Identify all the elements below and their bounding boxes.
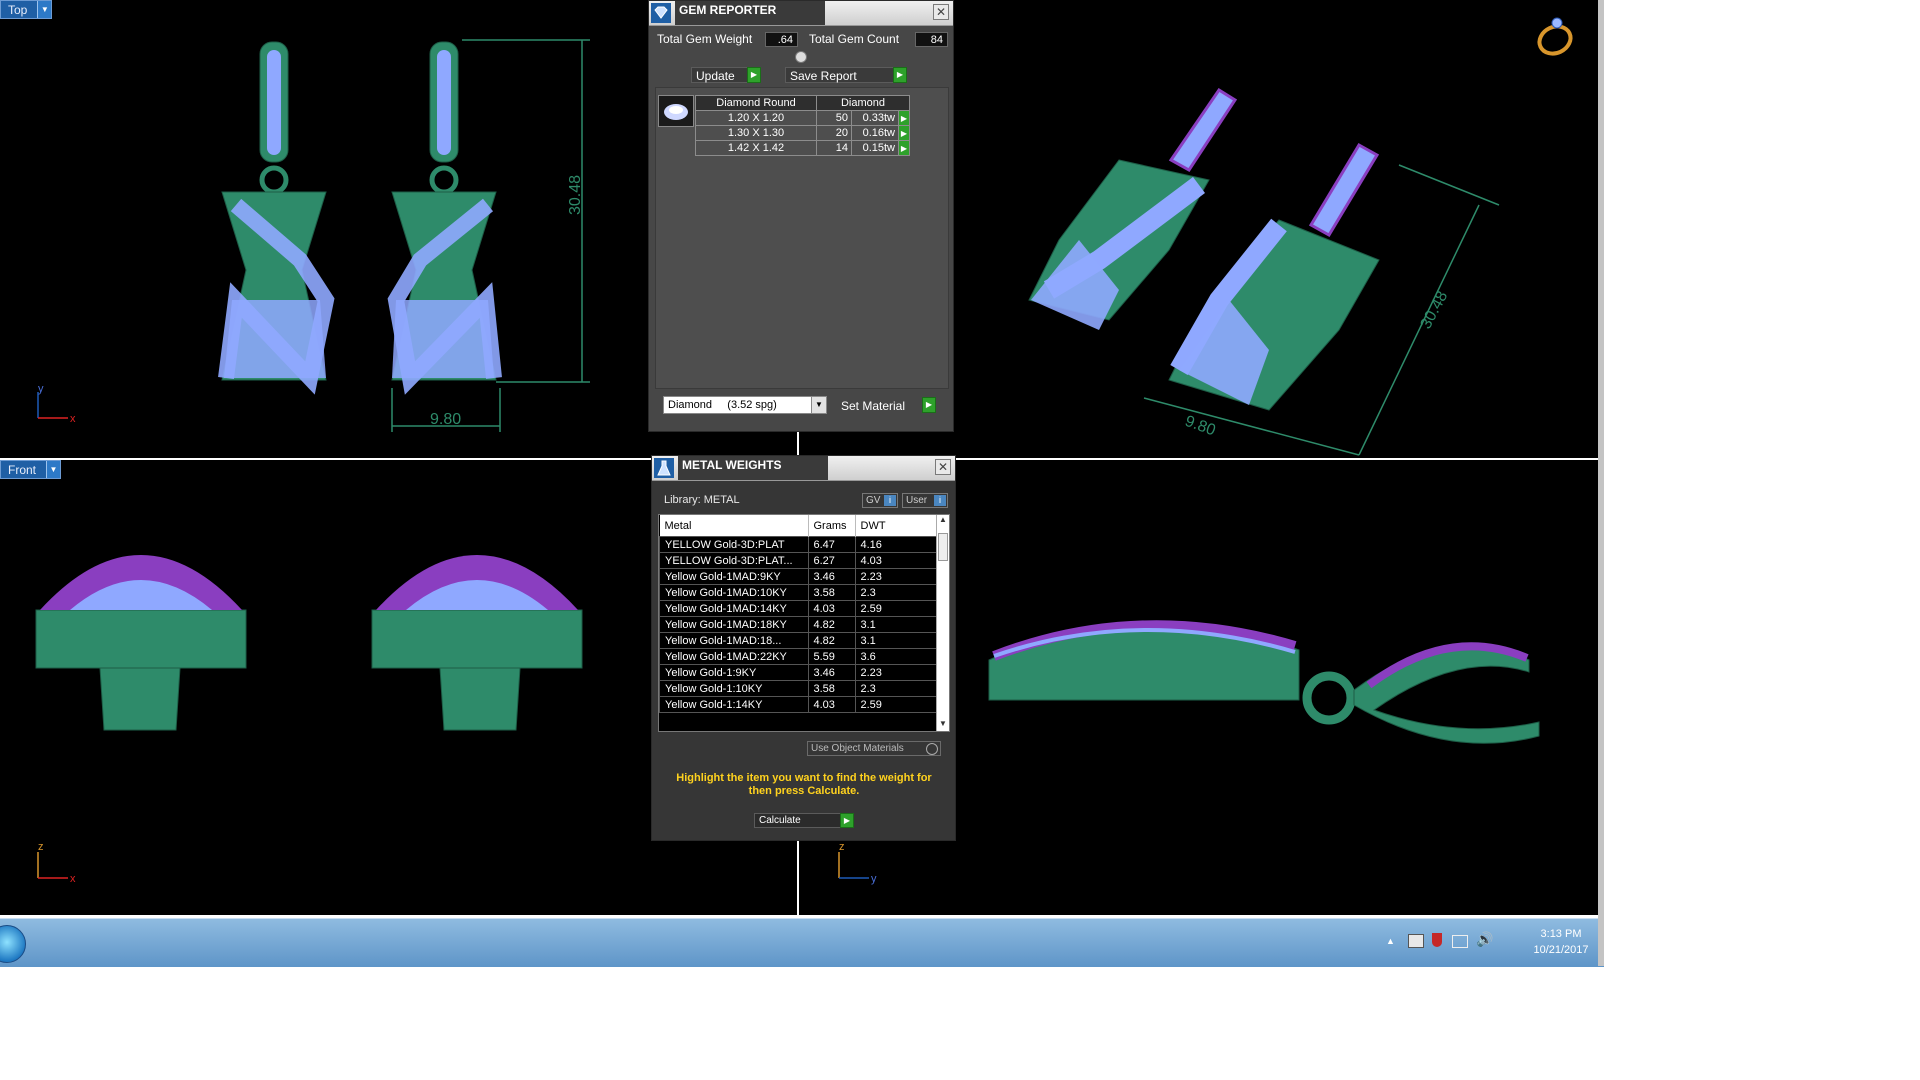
earring-front-right xyxy=(371,555,583,731)
grams-column-header[interactable]: Grams xyxy=(808,515,856,537)
dimension-width-label: 9.80 xyxy=(430,411,461,428)
table-row[interactable]: YELLOW Gold-3D:PLAT 6.47 4.16 xyxy=(659,536,939,553)
system-tray: ▲ 🔊 3:13 PM 10/21/2017 xyxy=(1386,919,1596,967)
taskbar: ▲ 🔊 3:13 PM 10/21/2017 xyxy=(0,918,1604,967)
gv-toggle[interactable]: GV i xyxy=(862,493,898,508)
svg-text:z: z xyxy=(38,841,44,853)
dwt-column-header[interactable]: DWT xyxy=(855,515,939,537)
table-row[interactable]: Yellow Gold-1:14KY 4.03 2.59 xyxy=(659,696,939,713)
volume-icon[interactable]: 🔊 xyxy=(1476,931,1493,948)
gem-row[interactable]: 1.42 X 1.42 14 0.15tw ▶ xyxy=(695,140,910,156)
total-gem-count-label: Total Gem Count xyxy=(809,32,900,46)
info-icon: i xyxy=(934,495,946,506)
network-icon[interactable] xyxy=(1452,935,1468,948)
taskbar-right-border xyxy=(1598,0,1604,966)
clock-date: 10/21/2017 xyxy=(1533,944,1589,956)
dimension-height-label: 30.48 xyxy=(567,175,584,215)
close-icon[interactable]: ✕ xyxy=(935,459,951,475)
earring-perspective-left xyxy=(1028,87,1238,330)
perspective-height-label: 30.48 xyxy=(1418,288,1452,331)
svg-text:x: x xyxy=(70,873,76,885)
svg-text:x: x xyxy=(70,413,76,425)
earring-right xyxy=(387,41,502,395)
metal-column-header[interactable]: Metal xyxy=(659,515,809,537)
svg-text:z: z xyxy=(839,841,845,853)
table-row[interactable]: Yellow Gold-1:10KY 3.58 2.3 xyxy=(659,680,939,697)
library-label: Library: METAL xyxy=(664,494,740,506)
diamond-icon xyxy=(651,3,671,23)
start-button[interactable] xyxy=(0,925,26,963)
axis-gizmo: z y xyxy=(838,841,877,885)
use-object-materials-checkbox[interactable]: Use Object Materials xyxy=(807,741,941,756)
material-select[interactable]: Diamond (3.52 spg) ▼ xyxy=(663,396,827,414)
gem-material-header: Diamond xyxy=(816,95,910,111)
total-gem-weight-value: .64 xyxy=(765,32,798,47)
show-hidden-icons-icon[interactable]: ▲ xyxy=(1386,936,1395,946)
play-icon[interactable]: ▶ xyxy=(898,110,910,126)
earring-front-left xyxy=(35,555,247,731)
axis-gizmo: y x xyxy=(37,383,76,425)
flask-icon xyxy=(654,458,674,478)
ring-icon[interactable] xyxy=(1535,17,1575,59)
table-row[interactable]: Yellow Gold-1:9KY 3.46 2.23 xyxy=(659,664,939,681)
gem-row[interactable]: 1.30 X 1.30 20 0.16tw ▶ xyxy=(695,125,910,141)
close-icon[interactable]: ✕ xyxy=(933,4,949,20)
play-icon: ▶ xyxy=(922,397,936,413)
total-gem-count-value: 84 xyxy=(915,32,948,47)
table-row[interactable]: Yellow Gold-1MAD:10KY 3.58 2.3 xyxy=(659,584,939,601)
gem-table: Diamond Round Diamond 1.20 X 1.20 50 0.3… xyxy=(695,95,910,156)
save-report-button[interactable]: Save Report ▶ xyxy=(785,67,907,83)
table-row[interactable]: YELLOW Gold-3D:PLAT... 6.27 4.03 xyxy=(659,552,939,569)
info-icon: i xyxy=(884,495,896,506)
scroll-up-arrow-icon[interactable]: ▲ xyxy=(937,515,949,527)
gem-reporter-panel[interactable]: GEM REPORTER ✕ Total Gem Weight .64 Tota… xyxy=(648,0,954,432)
table-row[interactable]: Yellow Gold-1MAD:9KY 3.46 2.23 xyxy=(659,568,939,585)
table-row[interactable]: Yellow Gold-1MAD:22KY 5.59 3.6 xyxy=(659,648,939,665)
splitter-handle[interactable] xyxy=(795,51,807,63)
metal-weights-panel[interactable]: METAL WEIGHTS ✕ Library: METAL GV i User… xyxy=(651,455,956,841)
play-icon[interactable]: ▶ xyxy=(898,125,910,141)
set-material-button[interactable]: Set Material ▶ xyxy=(837,397,936,414)
metal-weights-titlebar[interactable]: METAL WEIGHTS ✕ xyxy=(652,456,955,481)
clock-time: 3:13 PM xyxy=(1540,928,1582,940)
antivirus-shield-icon[interactable] xyxy=(1432,933,1442,947)
action-center-flag-icon[interactable] xyxy=(1408,934,1424,948)
svg-text:y: y xyxy=(38,383,44,395)
round-diamond-icon xyxy=(664,104,688,120)
gem-row[interactable]: 1.20 X 1.20 50 0.33tw ▶ xyxy=(695,110,910,126)
play-icon: ▶ xyxy=(893,67,907,83)
play-icon: ▶ xyxy=(840,813,854,828)
table-row[interactable]: Yellow Gold-1MAD:14KY 4.03 2.59 xyxy=(659,600,939,617)
table-row[interactable]: Yellow Gold-1MAD:18KY 4.82 3.1 xyxy=(659,616,939,633)
update-button[interactable]: Update ▶ xyxy=(691,67,761,83)
gem-reporter-title: GEM REPORTER xyxy=(675,1,825,25)
gem-reporter-titlebar[interactable]: GEM REPORTER ✕ xyxy=(649,1,953,26)
table-row[interactable]: Yellow Gold-1MAD:18... 4.82 3.1 xyxy=(659,632,939,649)
play-icon[interactable]: ▶ xyxy=(898,140,910,156)
user-toggle[interactable]: User i xyxy=(902,493,948,508)
calculate-hint: Highlight the item you want to find the … xyxy=(676,772,932,797)
clock[interactable]: 3:13 PM 10/21/2017 xyxy=(1526,926,1596,958)
axis-gizmo: z x xyxy=(37,841,76,885)
total-gem-weight-label: Total Gem Weight xyxy=(657,32,753,46)
metal-list-scrollbar[interactable]: ▲ ▼ xyxy=(936,515,949,731)
earring-left xyxy=(218,41,335,395)
metal-list[interactable]: Metal Grams DWT YELLOW Gold-3D:PLAT 6.47 4… xyxy=(658,514,950,732)
calculate-button[interactable]: Calculate ▶ xyxy=(754,813,854,828)
scroll-down-arrow-icon[interactable]: ▼ xyxy=(937,719,949,731)
gem-shape-header: Diamond Round xyxy=(695,95,817,111)
svg-text:y: y xyxy=(871,873,877,885)
chevron-down-icon[interactable]: ▼ xyxy=(811,397,826,413)
metal-table: Metal Grams DWT YELLOW Gold-3D:PLAT 6.47 4… xyxy=(659,515,939,713)
play-icon: ▶ xyxy=(747,67,761,83)
scroll-thumb[interactable] xyxy=(938,533,948,561)
gem-shape-thumbnail[interactable] xyxy=(658,95,694,127)
metal-weights-title: METAL WEIGHTS xyxy=(678,456,828,480)
radio-icon xyxy=(926,743,938,755)
